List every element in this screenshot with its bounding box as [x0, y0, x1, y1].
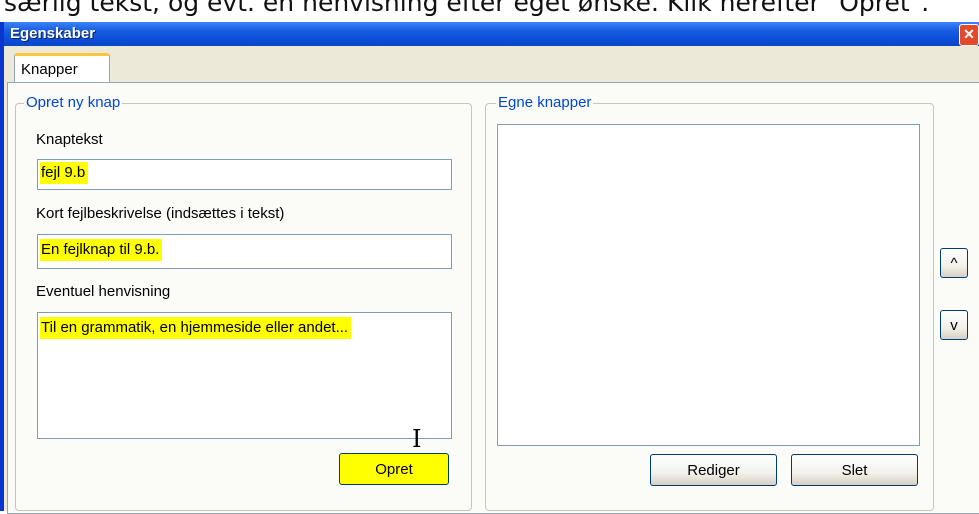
reference-label: Eventuel henvisning [36, 283, 171, 300]
reference-value: Til en grammatik, en hjemmeside eller an… [40, 317, 352, 339]
create-button-group: Opret ny knap Knaptekst fejl 9.b Kort fe… [15, 94, 472, 511]
text-cursor-icon: I [412, 425, 422, 453]
move-down-button[interactable]: v [940, 310, 968, 340]
move-up-button[interactable]: ^ [940, 248, 968, 278]
tab-label: Knapper [21, 61, 78, 78]
document-background: særlig tekst, og evt. en henvisning efte… [0, 0, 979, 22]
window-title: Egenskaber [10, 25, 96, 42]
group-legend-custom: Egne knapper [496, 94, 594, 111]
button-text-field[interactable]: fejl 9.b [37, 159, 452, 190]
document-text: særlig tekst, og evt. en henvisning efte… [4, 0, 930, 17]
button-text-value: fejl 9.b [40, 162, 89, 184]
custom-buttons-group: Egne knapper Rediger Slet [485, 94, 934, 511]
delete-button[interactable]: Slet [791, 454, 918, 486]
close-button[interactable]: ✕ [959, 24, 979, 46]
title-bar[interactable]: Egenskaber ✕ [4, 22, 979, 46]
properties-dialog: Egenskaber ✕ Knapper Opret ny knap Knapt… [0, 22, 979, 514]
short-description-value: En fejlknap til 9.b. [40, 239, 163, 261]
edit-button[interactable]: Rediger [650, 454, 777, 486]
custom-buttons-list[interactable] [497, 124, 920, 446]
create-button[interactable]: Opret [339, 453, 449, 485]
group-legend-create: Opret ny knap [24, 94, 123, 111]
button-text-label: Knaptekst [36, 131, 103, 148]
short-description-label: Kort fejlbeskrivelse (indsættes i tekst) [36, 205, 285, 222]
close-icon: ✕ [963, 26, 975, 42]
short-description-field[interactable]: En fejlknap til 9.b. [37, 234, 452, 269]
tab-page-knapper: Opret ny knap Knaptekst fejl 9.b Kort fe… [7, 82, 979, 514]
reference-textarea[interactable]: Til en grammatik, en hjemmeside eller an… [37, 312, 452, 439]
